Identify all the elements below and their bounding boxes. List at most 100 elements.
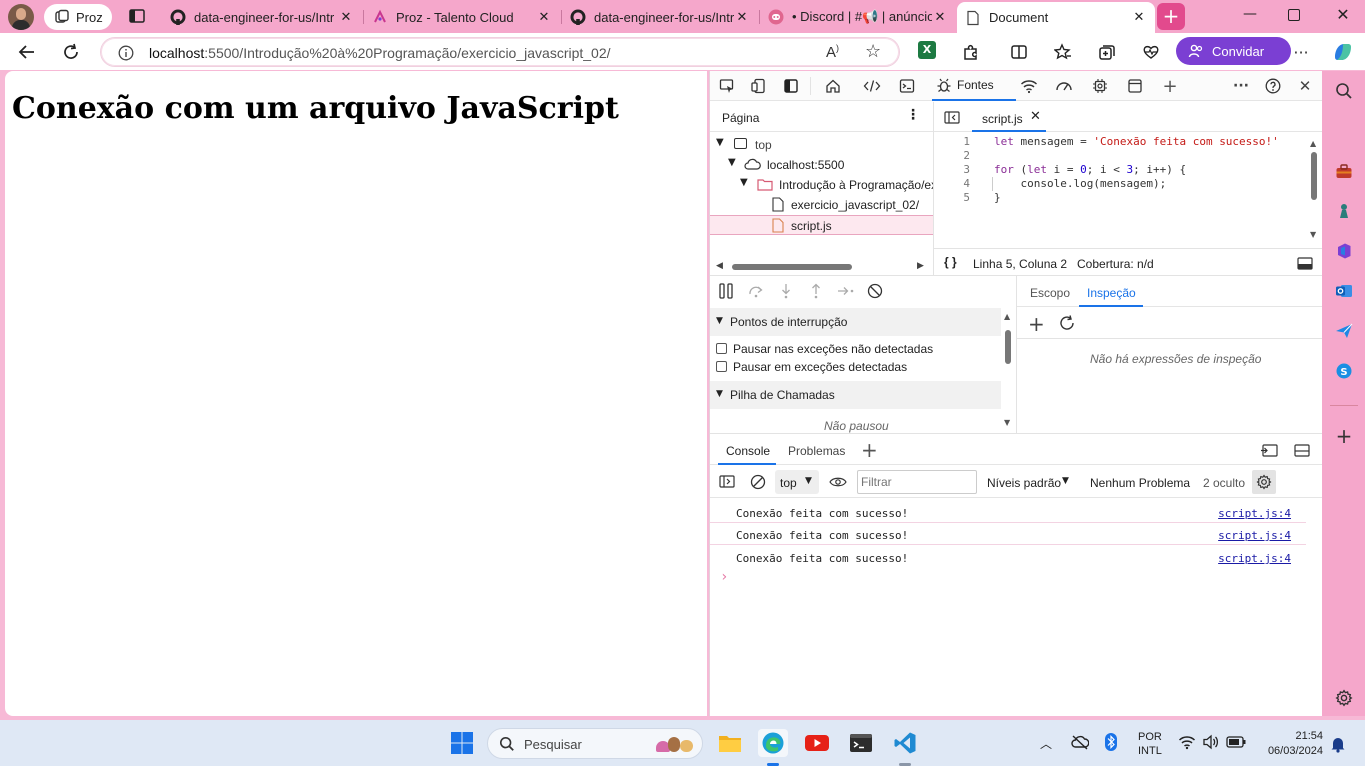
add-watch-icon[interactable]: + xyxy=(1028,312,1045,336)
pause-caught-checkbox[interactable] xyxy=(716,361,727,372)
browser-essentials-button[interactable] xyxy=(1140,41,1162,63)
sidebar-settings-button[interactable] xyxy=(1334,688,1354,708)
console-source-link[interactable]: script.js:4 xyxy=(1218,552,1291,565)
close-drawer-icon[interactable] xyxy=(1294,444,1310,457)
add-drawer-tab-icon[interactable]: + xyxy=(861,438,878,462)
info-icon[interactable] xyxy=(118,45,134,61)
step-into-icon[interactable] xyxy=(779,283,793,299)
tree-item-host[interactable]: ▼ localhost:5500 xyxy=(710,155,933,175)
tree-item-script[interactable]: script.js xyxy=(710,215,933,235)
tab-proz[interactable]: Proz - Talento Cloud ✕ xyxy=(364,4,560,30)
sidebar-add-button[interactable]: + xyxy=(1334,424,1354,448)
drawer-tab-console[interactable]: Console xyxy=(718,434,776,465)
read-aloud-button[interactable]: A) xyxy=(826,43,839,61)
close-tab-icon[interactable]: ✕ xyxy=(338,10,354,25)
taskbar-vscode[interactable] xyxy=(890,729,920,757)
favorite-button[interactable]: ☆ xyxy=(865,41,881,62)
close-file-icon[interactable]: ✕ xyxy=(1030,109,1041,124)
share-button[interactable]: Convidar xyxy=(1176,37,1291,65)
collections-button[interactable] xyxy=(1096,41,1118,63)
device-toolbar-button[interactable] xyxy=(749,77,769,95)
tree-item-top[interactable]: ▼ top xyxy=(710,135,933,155)
clear-console-icon[interactable] xyxy=(750,474,766,490)
maximize-button[interactable] xyxy=(1288,9,1300,21)
avatar[interactable] xyxy=(8,4,34,30)
watch-tab[interactable]: Inspeção xyxy=(1079,276,1143,307)
split-screen-button[interactable] xyxy=(1008,41,1030,63)
network-status-button[interactable] xyxy=(1071,734,1089,750)
breakpoints-section-header[interactable]: ▼ Pontos de interrupção xyxy=(710,308,1001,336)
filter-text-field[interactable] xyxy=(861,474,971,490)
elements-tab[interactable] xyxy=(862,77,882,95)
tab-github-1[interactable]: data-engineer-for-us/Intr ✕ xyxy=(162,4,362,30)
more-button[interactable]: ··· xyxy=(1290,41,1312,63)
tree-item-subfolder[interactable]: exercicio_javascript_02/ xyxy=(710,195,933,215)
sidebar-outlook-button[interactable] xyxy=(1334,281,1354,301)
inspect-button[interactable] xyxy=(717,77,737,95)
code-area[interactable]: 1 let mensagem = 'Conexão feita com suces… xyxy=(934,135,1304,235)
address-bar[interactable]: localhost:5500/Introdução%20à%20Programa… xyxy=(100,37,900,67)
drawer-tab-problems[interactable]: Problemas xyxy=(788,444,845,458)
bluetooth-button[interactable] xyxy=(1105,733,1117,751)
sidebar-vertical-scrollbar[interactable] xyxy=(1005,330,1011,364)
scroll-up-icon[interactable]: ▲ xyxy=(1310,139,1316,148)
taskbar-youtube[interactable] xyxy=(802,729,832,757)
dock-drawer-icon[interactable] xyxy=(1260,444,1278,457)
sources-tab[interactable]: Fontes xyxy=(932,71,1016,101)
sidebar-games-button[interactable] xyxy=(1334,201,1354,221)
navigator-menu-icon[interactable]: ⋮ xyxy=(906,107,920,123)
console-source-link[interactable]: script.js:4 xyxy=(1218,507,1291,520)
extension-excel-button[interactable]: X xyxy=(918,41,936,59)
scroll-down-icon[interactable]: ▼ xyxy=(1004,418,1010,427)
url-text[interactable]: localhost:5500/Introdução%20à%20Programa… xyxy=(149,45,611,61)
taskbar-file-explorer[interactable] xyxy=(715,729,745,757)
eye-icon[interactable] xyxy=(829,476,847,488)
close-window-button[interactable]: ✕ xyxy=(1333,5,1353,25)
tab-document[interactable]: Document ✕ xyxy=(957,2,1155,33)
close-devtools-button[interactable]: ✕ xyxy=(1295,77,1315,95)
scroll-up-icon[interactable]: ▲ xyxy=(1004,312,1010,321)
minimize-button[interactable]: — xyxy=(1240,6,1260,26)
issues-button[interactable]: Nenhum Problema xyxy=(1090,476,1190,490)
callstack-section-header[interactable]: ▼ Pilha de Chamadas xyxy=(710,381,1001,409)
extensions-button[interactable] xyxy=(960,41,982,63)
tab-github-2[interactable]: data-engineer-for-us/Intr ✕ xyxy=(562,4,758,30)
step-out-icon[interactable] xyxy=(809,283,823,299)
scroll-right-icon[interactable]: ▶ xyxy=(917,261,924,271)
drawer-toggle-icon[interactable] xyxy=(1297,257,1313,270)
sidebar-office-button[interactable] xyxy=(1334,241,1354,261)
notifications-button[interactable] xyxy=(1330,735,1346,753)
copilot-button[interactable] xyxy=(1331,40,1355,64)
tab-discord[interactable]: • Discord | #📢 | anúncio ✕ xyxy=(760,4,956,30)
back-button[interactable] xyxy=(16,41,38,63)
console-filter-input[interactable] xyxy=(857,470,977,494)
sidebar-toggle-icon[interactable] xyxy=(719,475,735,488)
favorites-button[interactable] xyxy=(1052,41,1074,63)
memory-tab[interactable] xyxy=(1090,77,1110,95)
network-tab[interactable] xyxy=(1019,77,1039,95)
console-source-link[interactable]: script.js:4 xyxy=(1218,529,1291,542)
help-button[interactable] xyxy=(1263,77,1283,95)
pause-uncaught-checkbox[interactable] xyxy=(716,343,727,354)
context-select[interactable]: top ▼ xyxy=(775,470,819,494)
quick-settings-button[interactable] xyxy=(1178,734,1248,752)
deactivate-breakpoints-icon[interactable] xyxy=(867,283,883,299)
taskbar-terminal[interactable] xyxy=(846,729,876,757)
page-tab[interactable]: Página xyxy=(722,111,759,125)
close-tab-icon[interactable]: ✕ xyxy=(1131,10,1147,25)
welcome-tab[interactable] xyxy=(823,77,843,95)
taskbar-edge[interactable] xyxy=(758,729,788,757)
refresh-button[interactable] xyxy=(60,41,82,63)
toggle-navigator-icon[interactable] xyxy=(944,111,960,124)
step-over-icon[interactable] xyxy=(748,284,764,298)
sidebar-send-button[interactable] xyxy=(1334,321,1354,341)
scroll-left-icon[interactable]: ◀ xyxy=(716,261,723,271)
start-button[interactable] xyxy=(447,729,477,757)
dock-side-button[interactable] xyxy=(781,77,801,95)
application-tab[interactable] xyxy=(1125,77,1145,95)
scroll-down-icon[interactable]: ▼ xyxy=(1310,230,1316,239)
close-tab-icon[interactable]: ✕ xyxy=(536,10,552,25)
more-tools-button[interactable]: + xyxy=(1160,76,1180,97)
profile-group-button[interactable]: Proz xyxy=(44,4,112,30)
close-tab-icon[interactable]: ✕ xyxy=(734,10,750,25)
